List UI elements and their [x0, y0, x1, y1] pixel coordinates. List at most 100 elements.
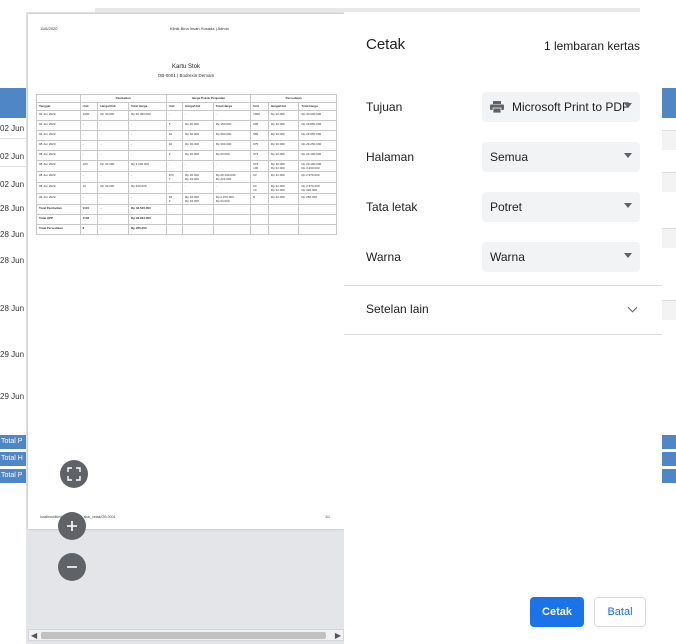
- scrollbar-thumb[interactable]: [41, 632, 326, 639]
- table-cell: -: [97, 193, 129, 205]
- table-group-header: Harga Pokok Penjualan: [165, 94, 252, 103]
- table-cell: Rp 256.000: [298, 193, 337, 205]
- table-empty-cell: [298, 224, 337, 235]
- table-cell: Rp 320.000: [127, 182, 167, 194]
- zoom-out-button[interactable]: [58, 553, 86, 581]
- table-cell: 08 Jun 2020: [36, 150, 81, 161]
- table-total-cell: -: [97, 214, 129, 225]
- pages-label: Halaman: [366, 150, 415, 164]
- table-cell: -: [165, 182, 184, 194]
- pages-value: Semua: [490, 150, 529, 164]
- table-cell: 985: [250, 130, 269, 141]
- table-column-header: Tanggal: [36, 102, 81, 111]
- print-preview-area: 11/6/2020 Klinik Bina Insan Husada | Adm…: [26, 12, 344, 644]
- table-total-cell: Rp 256.000: [127, 224, 167, 235]
- table-cell: 93 10: [250, 182, 269, 194]
- print-button[interactable]: Cetak: [530, 597, 584, 627]
- more-settings-toggle[interactable]: Setelan lain: [366, 302, 429, 316]
- table-empty-cell: [298, 214, 337, 225]
- table-group-header: Pembelian: [79, 94, 167, 103]
- table-total-cell: 1102: [79, 214, 99, 225]
- table-empty-cell: [212, 214, 252, 225]
- table-cell: 93 2: [165, 193, 184, 205]
- table-cell: Rp 29.190.000 Rp 3.200.000: [298, 160, 337, 172]
- fit-to-page-button[interactable]: [60, 460, 88, 488]
- table-cell: Rp 30.000 Rp 32.000: [182, 171, 214, 183]
- panel-title: Cetak: [366, 36, 406, 53]
- table-empty-cell: [298, 204, 337, 215]
- cancel-button[interactable]: Batal: [594, 597, 646, 627]
- table-row: 08 Jun 2020- - -2 Rp 30.000 Rp 60.000 973 Rp 3…: [36, 150, 337, 161]
- divider: [344, 334, 662, 335]
- table-cell: 5: [165, 120, 184, 131]
- destination-select[interactable]: Microsoft Print to PDF: [482, 92, 640, 122]
- horizontal-scrollbar[interactable]: ◀ ▶: [28, 629, 344, 641]
- table-cell: 93: [250, 171, 269, 183]
- table-cell: -: [79, 120, 99, 131]
- background-cell: [662, 172, 676, 192]
- table-cell: Rp 32.000 Rp 32.000: [267, 182, 300, 194]
- table-cell: Rp 60.000: [212, 150, 252, 161]
- table-cell: Rp 29.190.000 Rp 224.000: [212, 171, 252, 183]
- table-empty-cell: [182, 214, 214, 225]
- background-row-date: 28 Jun: [0, 304, 25, 313]
- background-row-date: 29 Jun: [0, 350, 25, 359]
- table-cell: -: [79, 193, 99, 205]
- table-cell: -: [79, 140, 99, 151]
- table-group-header: [36, 94, 81, 103]
- scroll-left-icon[interactable]: ◀: [31, 630, 37, 641]
- table-cell: 02 Jun 2020: [36, 130, 81, 141]
- table-row: 08 Jun 2020 10 Rp 32.000 Rp 320.000- - -93 10 R…: [36, 182, 337, 194]
- table-cell: -: [79, 171, 99, 183]
- scroll-right-icon[interactable]: ▶: [335, 630, 341, 641]
- table-cell: -: [212, 182, 252, 194]
- table-cell: -: [182, 110, 214, 121]
- table-cell: -: [97, 171, 129, 183]
- table-empty-cell: [267, 204, 300, 215]
- table-cell: 1000: [250, 110, 269, 121]
- table-cell: Rp 30.000: [267, 150, 300, 161]
- table-empty-cell: [212, 204, 252, 215]
- preview-doc-title: Kartu Stok: [171, 64, 200, 70]
- pages-select[interactable]: Semua: [482, 142, 640, 172]
- table-total-row: Total HPP 1102- Rp 33.264.000: [36, 214, 337, 225]
- preview-footer-page: 1/1: [325, 515, 330, 519]
- table-cell: Rp 29.250.000: [298, 140, 337, 151]
- table-total-cell: Total Persediaan: [36, 224, 81, 235]
- divider: [344, 285, 662, 286]
- table-empty-cell: [250, 204, 269, 215]
- background-total-right: [662, 469, 676, 483]
- table-cell: 975: [250, 140, 269, 151]
- table-empty-cell: [165, 214, 184, 225]
- table-row: 08 Jun 2020 100 Rp 32.000 Rp 3.200.000- - -97…: [36, 160, 337, 172]
- chevron-down-icon: [624, 253, 632, 258]
- destination-label: Tujuan: [366, 100, 403, 114]
- table-cell: 995: [250, 120, 269, 131]
- table-cell: -: [97, 150, 129, 161]
- table-total-cell: Total Pembelian: [36, 204, 81, 215]
- background-row-date: 28 Jun: [0, 230, 25, 239]
- table-row: 08 Jun 2020- - -10 Rp 30.000 Rp 300.000 975 Rp…: [36, 140, 337, 151]
- destination-value: Microsoft Print to PDF: [512, 100, 630, 114]
- zoom-in-button[interactable]: [58, 512, 86, 540]
- background-cell: [662, 130, 676, 150]
- table-cell: -: [127, 150, 167, 161]
- table-cell: Rp 3.200.000: [127, 160, 167, 172]
- table-row: 02 Jun 2020- - -10 Rp 30.000 Rp 300.000 985 Rp…: [36, 130, 337, 141]
- table-cell: Rp 2.976.000 Rp 320.000: [298, 182, 337, 194]
- background-total-right: [662, 435, 676, 449]
- zoom-out-icon: [67, 566, 77, 568]
- table-column-header: Unit: [165, 102, 184, 111]
- table-empty-cell: [267, 214, 300, 225]
- table-cell: -: [165, 160, 184, 172]
- layout-select[interactable]: Potret: [482, 192, 640, 222]
- background-row-divider: [0, 166, 26, 167]
- color-select[interactable]: Warna: [482, 242, 640, 272]
- table-cell: 09 Jun 2020: [36, 193, 81, 205]
- table-cell: 973: [250, 150, 269, 161]
- print-settings-panel: Cetak 1 lembaran kertas Tujuan Microsoft…: [344, 12, 662, 644]
- table-cell: Rp 29.850.000: [298, 120, 337, 131]
- table-cell: 10: [165, 140, 184, 151]
- chevron-down-icon[interactable]: [627, 302, 638, 313]
- stock-card-table: Pembelian Harga Pokok Penjualan Persedia…: [36, 94, 337, 235]
